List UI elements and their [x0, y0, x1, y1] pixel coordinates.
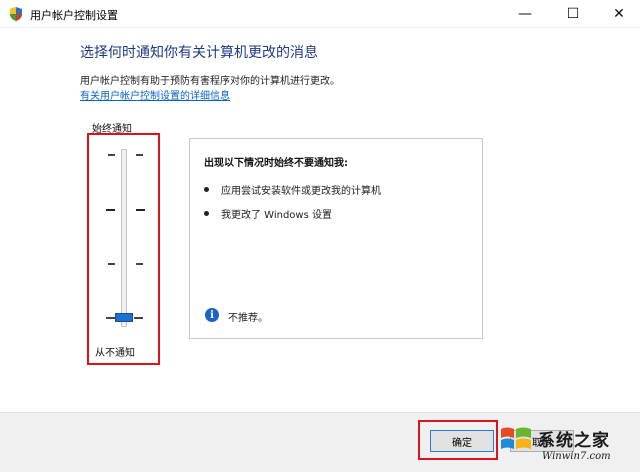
- bullet-icon: [204, 187, 209, 192]
- bullet-text: 我更改了 Windows 设置: [221, 210, 332, 221]
- slider-label-never-notify: 从不通知: [95, 348, 135, 359]
- windows-logo-icon: [501, 427, 531, 449]
- list-item: 应用尝试安装软件或更改我的计算机: [204, 182, 381, 197]
- slider-tick: [108, 263, 115, 265]
- maximize-icon: ☐: [566, 6, 580, 22]
- info-panel: 出现以下情况时始终不要通知我: 应用尝试安装软件或更改我的计算机 我更改了 Wi…: [189, 138, 483, 339]
- description-text: 用户帐户控制有助于预防有害程序对你的计算机进行更改。: [80, 76, 340, 87]
- slider-tick: [136, 263, 143, 265]
- slider-tick: [108, 154, 115, 156]
- watermark-url: Winwin7.com: [542, 451, 611, 462]
- slider-tick: [106, 209, 115, 211]
- slider-thumb[interactable]: [115, 313, 133, 322]
- title-bar: 用户帐户控制设置 — ☐ ✕: [0, 0, 640, 28]
- panel-title: 出现以下情况时始终不要通知我:: [204, 158, 348, 169]
- info-text: 不推荐。: [228, 313, 268, 324]
- close-button[interactable]: ✕: [596, 0, 640, 28]
- slider-track[interactable]: [121, 149, 127, 327]
- page-heading: 选择何时通知你有关计算机更改的消息: [80, 45, 318, 61]
- close-icon: ✕: [613, 6, 625, 22]
- watermark: 系统之家 Winwin7.com: [498, 418, 638, 470]
- bullet-icon: [204, 211, 209, 216]
- maximize-button[interactable]: ☐: [550, 0, 596, 28]
- slider-tick: [136, 209, 145, 211]
- bullet-text: 应用尝试安装软件或更改我的计算机: [221, 186, 381, 197]
- watermark-title: 系统之家: [538, 431, 610, 451]
- info-icon: i: [205, 308, 219, 322]
- slider-tick: [134, 317, 143, 319]
- slider-tick: [106, 317, 115, 319]
- shield-icon: [10, 7, 22, 21]
- help-link[interactable]: 有关用户帐户控制设置的详细信息: [80, 87, 230, 102]
- window-title: 用户帐户控制设置: [30, 9, 118, 22]
- slider-tick: [136, 154, 143, 156]
- highlight-box-ok: [418, 420, 498, 460]
- minimize-icon: —: [518, 6, 532, 22]
- list-item: 我更改了 Windows 设置: [204, 206, 332, 221]
- minimize-button[interactable]: —: [502, 0, 548, 28]
